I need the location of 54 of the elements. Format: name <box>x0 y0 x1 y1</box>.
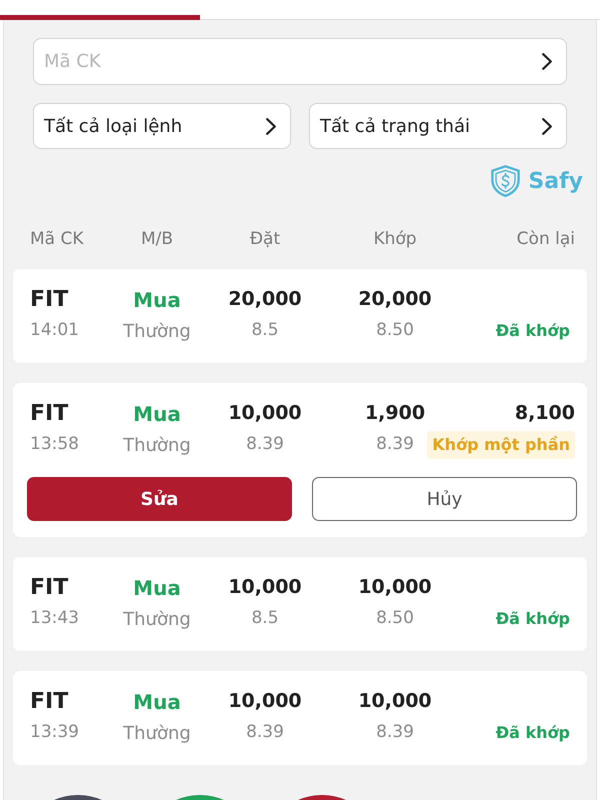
order-type: Thường <box>123 722 191 746</box>
symbol-field[interactable]: Mã CK <box>33 38 567 85</box>
order-time: 14:01 <box>30 319 79 342</box>
chevron-icon <box>542 118 552 134</box>
matched-price: 8.50 <box>376 319 414 342</box>
order-type: Thường <box>123 434 191 458</box>
order-type: Thường <box>123 608 191 632</box>
status-badge: Khớp một phần <box>427 431 575 459</box>
order-price: 8.5 <box>251 607 279 630</box>
order-side: Mua <box>133 574 181 602</box>
matched-quantity: 20,000 <box>358 287 432 312</box>
order-price: 8.39 <box>246 721 284 744</box>
order-type: Thường <box>123 320 191 344</box>
stock-symbol: FIT <box>30 688 68 716</box>
order-time: 13:39 <box>30 721 79 744</box>
cancel-button[interactable]: Hủy <box>312 477 577 521</box>
column-header: Khớp <box>373 228 417 252</box>
remaining-quantity: 8,100 <box>514 401 575 426</box>
order-quantity: 10,000 <box>228 575 302 600</box>
floating-action-button[interactable] <box>298 795 346 800</box>
order-quantity: 10,000 <box>228 401 302 426</box>
stock-symbol: FIT <box>30 400 68 428</box>
column-header: Đặt <box>250 228 280 252</box>
brand-logo-text: Safy <box>528 168 583 196</box>
edit-button[interactable]: Sửa <box>27 477 292 521</box>
floating-action-button[interactable] <box>54 795 102 800</box>
column-header: Mã CK <box>30 228 84 252</box>
matched-price: 8.39 <box>376 433 414 456</box>
order-time: 13:43 <box>30 607 79 630</box>
matched-quantity: 10,000 <box>358 689 432 714</box>
order-side: Mua <box>133 286 181 314</box>
status-text: Đã khớp <box>494 320 571 342</box>
column-header: M/B <box>140 228 174 252</box>
order-side: Mua <box>133 688 181 716</box>
status-text: Đã khớp <box>494 608 571 630</box>
order-price: 8.5 <box>251 319 279 342</box>
shield-dollar-icon <box>491 165 520 197</box>
stock-symbol: FIT <box>30 286 68 314</box>
order-quantity: 20,000 <box>228 287 302 312</box>
chevron-icon <box>542 53 552 70</box>
matched-price: 8.50 <box>376 607 414 630</box>
status-text: Đã khớp <box>494 722 571 744</box>
column-header: Còn lại <box>516 228 575 252</box>
order-type-dropdown[interactable]: Tất cả loại lệnh <box>33 103 291 149</box>
order-quantity: 10,000 <box>228 689 302 714</box>
status-dropdown[interactable]: Tất cả trạng thái <box>309 103 567 149</box>
matched-price: 8.39 <box>376 721 414 744</box>
order-time: 13:58 <box>30 433 79 456</box>
chevron-icon <box>266 118 276 134</box>
stock-symbol: FIT <box>30 574 68 602</box>
matched-quantity: 1,900 <box>364 401 426 426</box>
matched-quantity: 10,000 <box>358 575 432 600</box>
order-price: 8.39 <box>246 433 284 456</box>
order-side: Mua <box>133 400 181 428</box>
